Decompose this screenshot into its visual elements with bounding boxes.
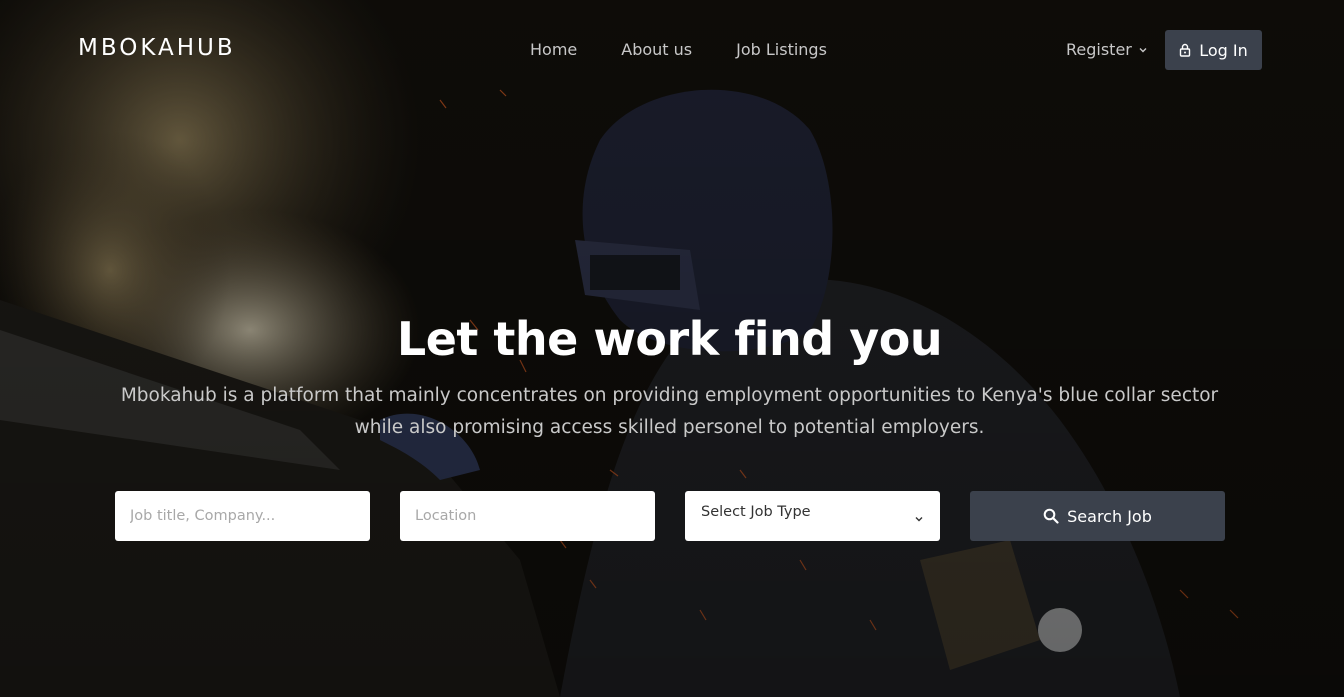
hero-headline: Let the work find you: [396, 312, 943, 366]
job-title-input[interactable]: [115, 491, 370, 541]
nav-links: Home About us Job Listings: [530, 40, 871, 59]
top-navbar: MBOKAHUB Home About us Job Listings Regi…: [0, 0, 1344, 100]
register-dropdown[interactable]: Register: [1066, 40, 1148, 59]
nav-link-job-listings[interactable]: Job Listings: [736, 40, 827, 59]
login-label: Log In: [1199, 40, 1248, 60]
register-label: Register: [1066, 40, 1132, 59]
nav-link-home[interactable]: Home: [530, 40, 577, 59]
job-type-select[interactable]: Select Job Type: [685, 491, 940, 541]
hero-section: MBOKAHUB Home About us Job Listings Regi…: [0, 0, 1344, 697]
login-button[interactable]: Log In: [1165, 30, 1262, 70]
search-job-button[interactable]: Search Job: [970, 491, 1225, 541]
lock-icon: [1180, 43, 1191, 57]
hero-subtext: Mbokahub is a platform that mainly conce…: [120, 385, 1219, 438]
chevron-down-icon: [915, 517, 923, 522]
location-input[interactable]: [400, 491, 655, 541]
brand-logo[interactable]: MBOKAHUB: [78, 35, 236, 61]
chevron-down-icon: [1139, 47, 1147, 52]
search-icon: [1043, 508, 1059, 524]
search-job-label: Search Job: [1067, 506, 1152, 526]
nav-link-about[interactable]: About us: [621, 40, 692, 59]
job-type-selected-value: Select Job Type: [701, 504, 811, 520]
